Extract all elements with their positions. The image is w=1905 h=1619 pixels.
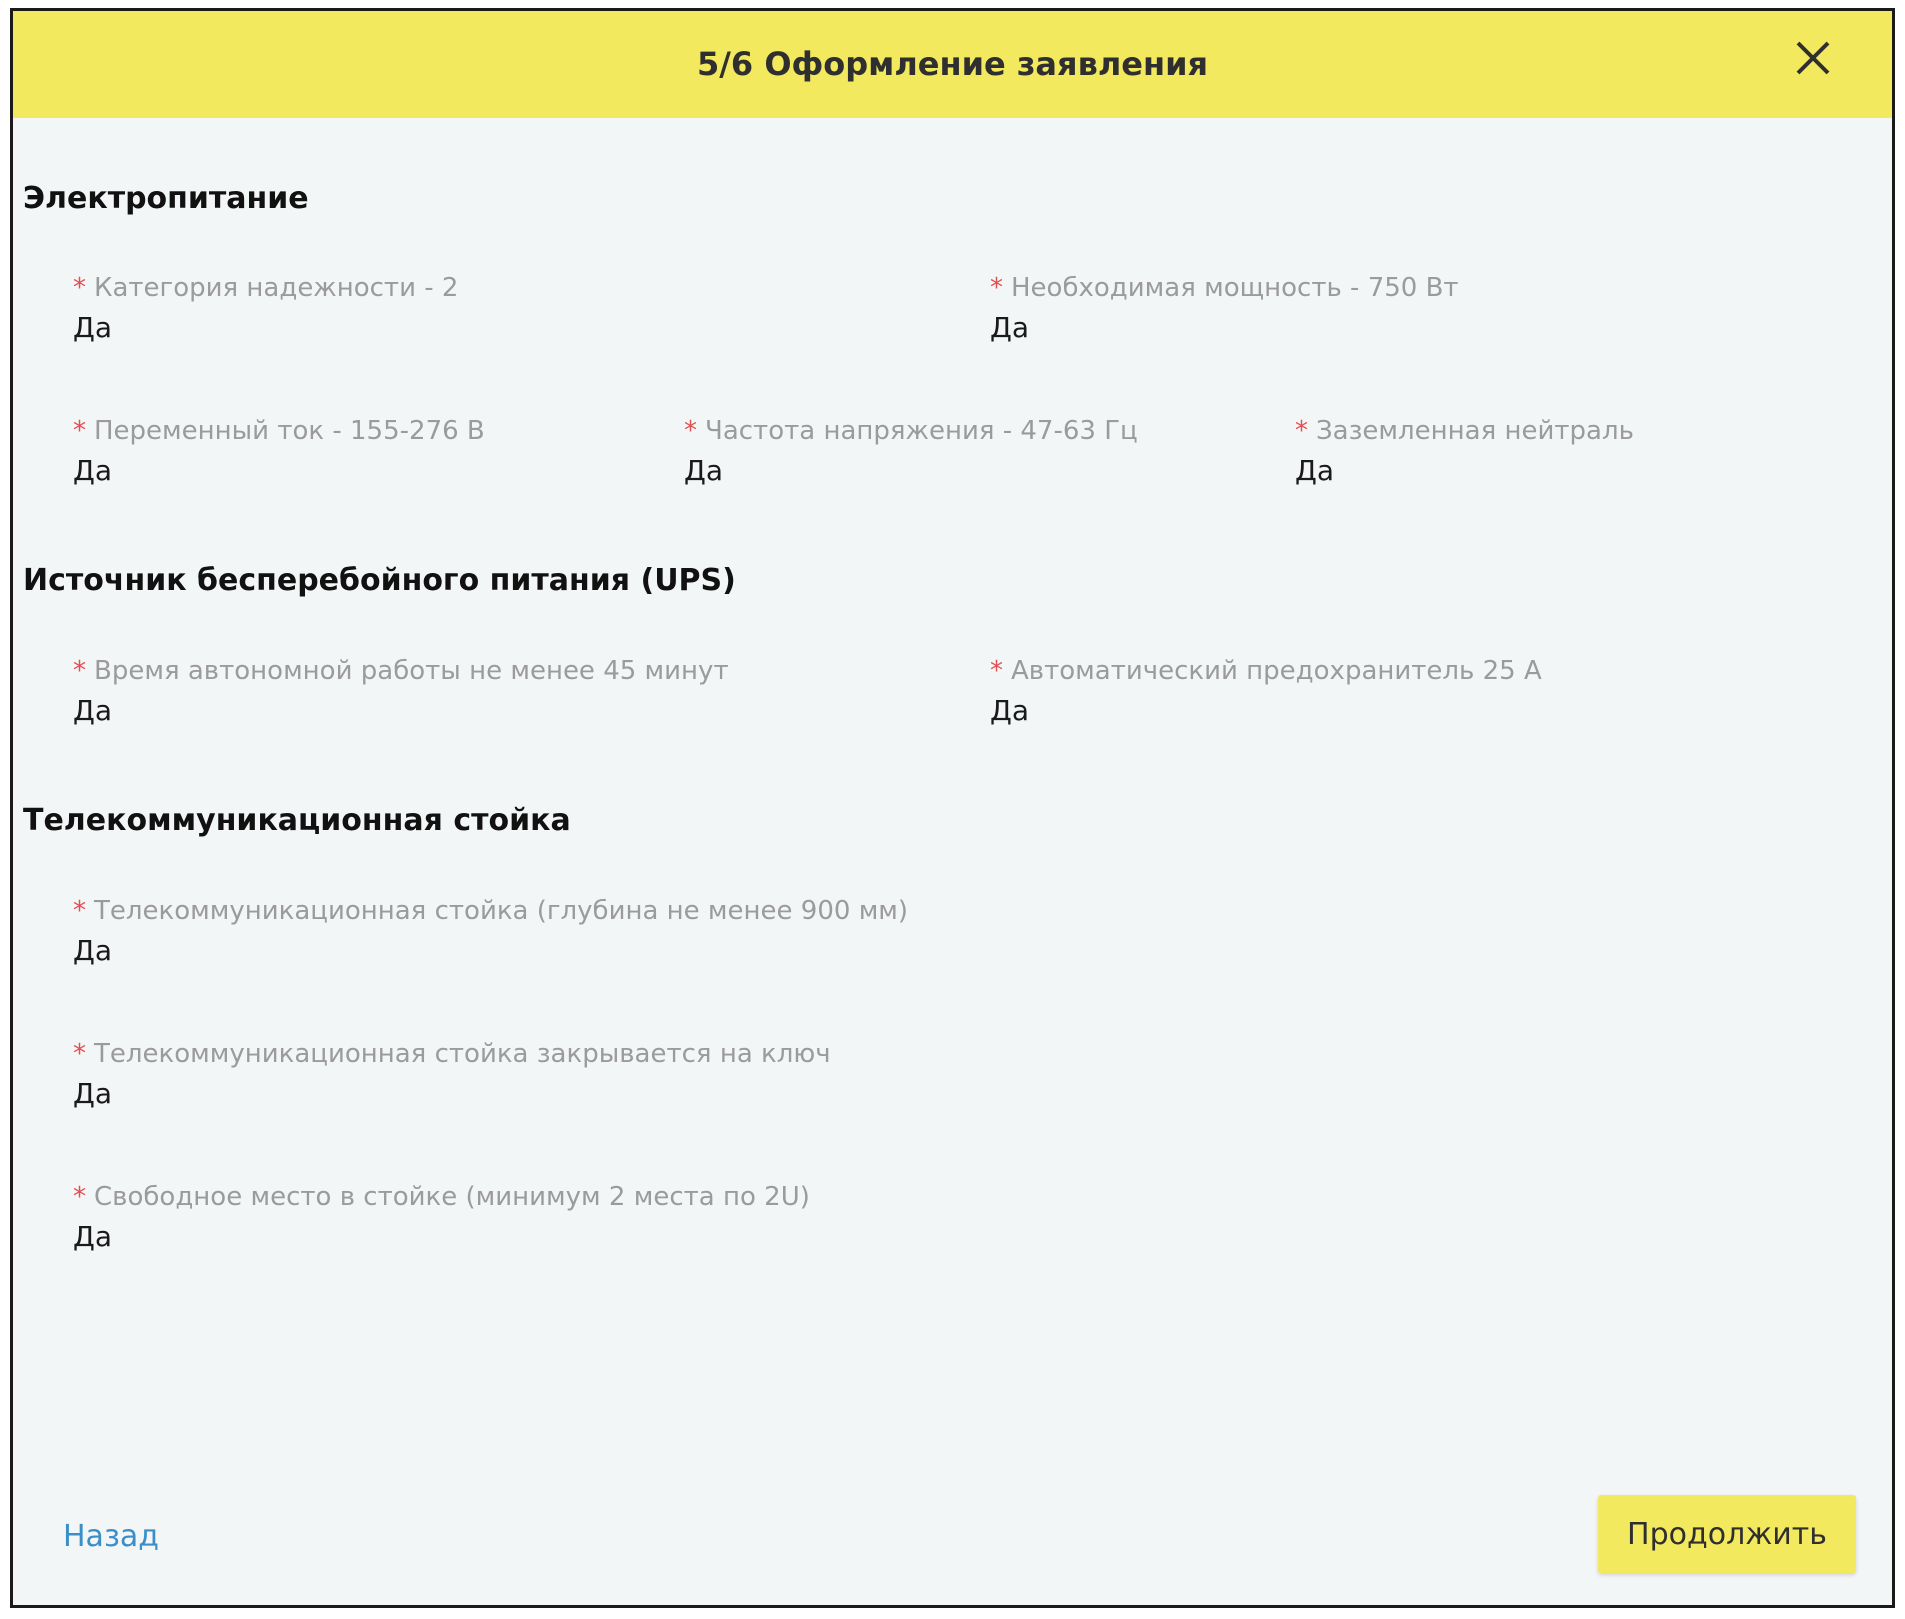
field-label: Телекоммуникационная стойка (глубина не … [94,896,909,926]
field-reliability-category: * Категория надежности - 2 Да [73,271,458,345]
field-battery-runtime: * Время автономной работы не менее 45 мин… [73,654,729,728]
field-label: Время автономной работы не менее 45 мину… [94,656,729,686]
field-label: Необходимая мощность - 750 Вт [1011,273,1459,303]
application-dialog: 5/6 Оформление заявления Электропитание … [10,8,1895,1608]
required-marker: * [990,273,1003,303]
required-marker: * [73,896,86,926]
field-ac-voltage: * Переменный ток - 155-276 В Да [73,414,485,488]
required-marker: * [1295,416,1308,446]
field-value: Да [73,454,113,487]
field-value: Да [73,694,113,727]
field-value: Да [73,1077,113,1110]
section-title-power: Электропитание [23,181,309,216]
back-link[interactable]: Назад [63,1519,159,1554]
required-marker: * [73,416,86,446]
field-circuit-breaker: * Автоматический предохранитель 25 А Да [990,654,1542,728]
required-marker: * [684,416,697,446]
field-value: Да [684,454,724,487]
field-rack-lock: * Телекоммуникационная стойка закрывается… [73,1037,831,1111]
field-label: Свободное место в стойке (минимум 2 мест… [94,1182,810,1212]
field-rack-free-space: * Свободное место в стойке (минимум 2 мес… [73,1180,810,1254]
dialog-title: 5/6 Оформление заявления [696,45,1209,83]
close-button[interactable] [1792,37,1834,79]
field-voltage-frequency: * Частота напряжения - 47-63 Гц Да [684,414,1138,488]
section-title-ups: Источник бесперебойного питания (UPS) [23,563,736,598]
field-label: Частота напряжения - 47-63 Гц [705,416,1138,446]
close-icon [1796,41,1830,75]
field-label: Переменный ток - 155-276 В [94,416,485,446]
required-marker: * [73,273,86,303]
field-value: Да [990,311,1030,344]
field-grounded-neutral: * Заземленная нейтраль Да [1295,414,1634,488]
dialog-header: 5/6 Оформление заявления [13,11,1892,118]
field-value: Да [990,694,1030,727]
field-value: Да [1295,454,1335,487]
field-value: Да [73,934,113,967]
required-marker: * [73,1039,86,1069]
continue-button[interactable]: Продолжить [1598,1495,1856,1573]
field-label: Заземленная нейтраль [1316,416,1634,446]
required-marker: * [73,656,86,686]
field-value: Да [73,1220,113,1253]
field-rack-depth: * Телекоммуникационная стойка (глубина не… [73,894,908,968]
field-value: Да [73,311,113,344]
required-marker: * [990,656,1003,686]
field-label: Категория надежности - 2 [94,273,459,303]
section-title-rack: Телекоммуникационная стойка [23,803,571,838]
required-marker: * [73,1182,86,1212]
field-required-power: * Необходимая мощность - 750 Вт Да [990,271,1459,345]
field-label: Автоматический предохранитель 25 А [1011,656,1542,686]
field-label: Телекоммуникационная стойка закрывается … [94,1039,831,1069]
